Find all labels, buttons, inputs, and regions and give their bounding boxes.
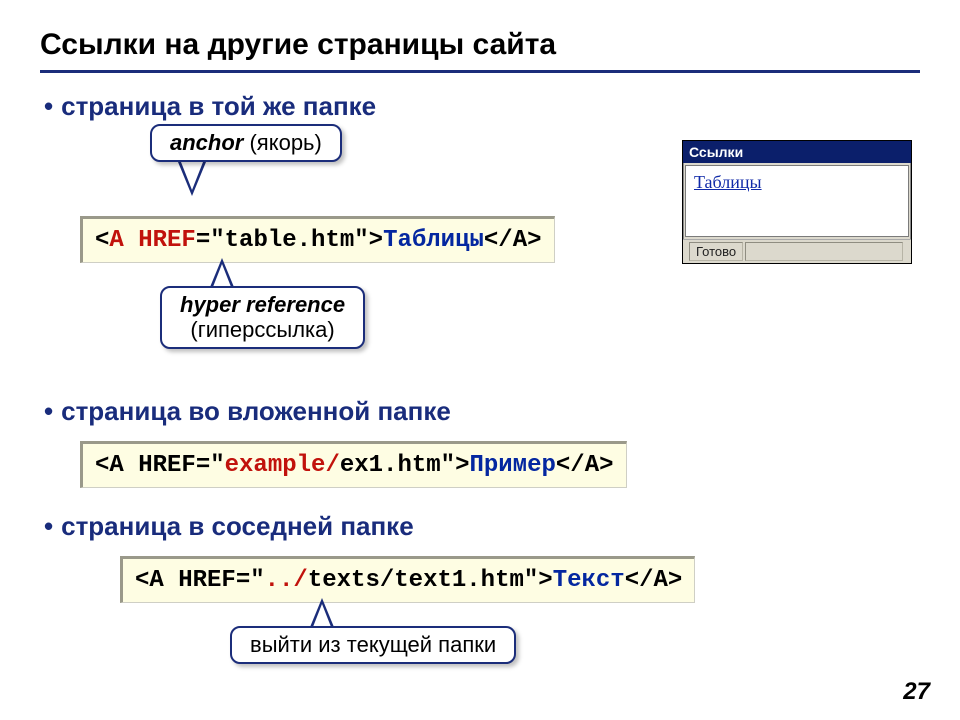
code-nested-folder: <A HREF="example/ex1.htm">Пример</A> [80,441,627,488]
callout-href: hyper reference (гиперссылка) [160,286,365,349]
callout-href-word: hyper reference [180,292,345,317]
browser-titlebar: Ссылки [683,141,911,163]
browser-mock: Ссылки Таблицы Готово [682,140,912,264]
section-nested-folder: <A HREF="example/ex1.htm">Пример</A> [60,441,920,501]
code1-sp [124,227,138,254]
code1-a: A [109,227,123,254]
browser-status-text: Готово [689,242,743,261]
code1-href: HREF [138,227,196,254]
code2-folder: example/ [225,452,340,479]
code3-post: texts/text1.htm"> [308,567,553,594]
browser-statusbar: Готово [683,239,911,263]
code3-pre: <A HREF=" [135,567,265,594]
code2-link: Пример [469,452,555,479]
callout-href-paren: (гиперссылка) [180,317,345,342]
bullet-same-folder: страница в той же папке [40,91,920,122]
code1-lt: < [95,227,109,254]
code2-post: ex1.htm"> [340,452,470,479]
bullet-sibling-folder: страница в соседней папке [40,511,920,542]
callout-anchor-tail [178,162,206,196]
code3-updots: ../ [265,567,308,594]
page-title: Ссылки на другие страницы сайта [40,28,920,62]
callout-anchor-word: anchor [170,130,243,155]
title-rule [40,70,920,73]
section-sibling-folder: <A HREF="../texts/text1.htm">Текст</A> в… [60,556,920,706]
page-number: 27 [903,678,930,706]
bullet-nested-folder: страница во вложенной папке [40,396,920,427]
code-sibling-folder: <A HREF="../texts/text1.htm">Текст</A> [120,556,695,603]
callout-anchor: anchor (якорь) [150,124,342,162]
code1-eq: ="table.htm"> [196,227,383,254]
callout-updir-text: выйти из текущей папки [250,632,496,657]
code1-link: Таблицы [383,227,484,254]
browser-body: Таблицы [685,165,909,237]
code3-link: Текст [553,567,625,594]
browser-status-spacer [745,242,903,261]
slide: Ссылки на другие страницы сайта страница… [0,0,960,720]
code-same-folder: <A HREF="table.htm">Таблицы</A> [80,216,555,263]
code2-close: </A> [556,452,614,479]
code1-close: </A> [484,227,542,254]
callout-anchor-paren: (якорь) [243,130,321,155]
code3-close: </A> [625,567,683,594]
callout-updir: выйти из текущей папки [230,626,516,664]
code2-pre: <A HREF=" [95,452,225,479]
browser-link[interactable]: Таблицы [694,172,762,192]
